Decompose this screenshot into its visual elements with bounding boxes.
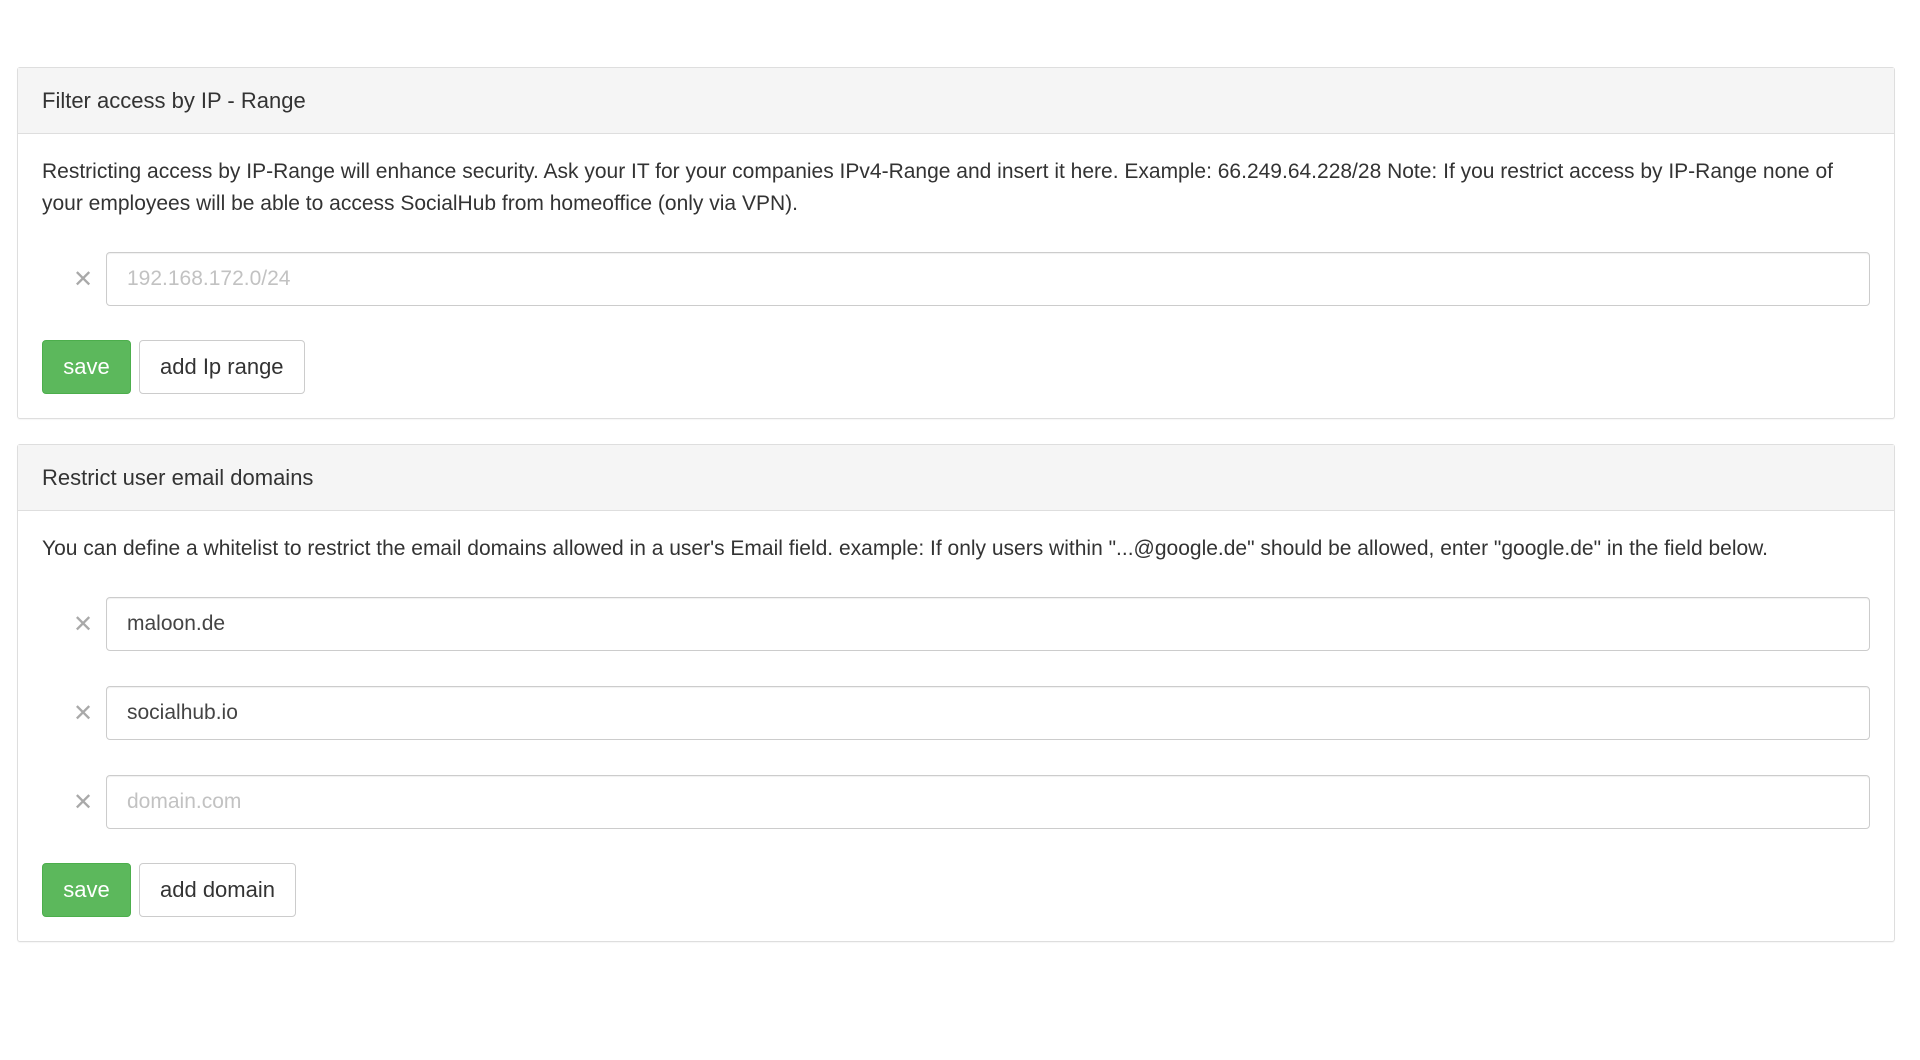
add-ip-range-button[interactable]: add Ip range bbox=[139, 340, 305, 394]
close-icon[interactable]: ✕ bbox=[42, 597, 106, 651]
email-domains-description: You can define a whitelist to restrict t… bbox=[42, 537, 1768, 560]
email-domains-panel: Restrict user email domains You can defi… bbox=[17, 444, 1895, 942]
email-domain-input[interactable] bbox=[106, 597, 1870, 651]
email-domain-row: ✕ bbox=[42, 597, 1870, 651]
email-domain-input[interactable] bbox=[106, 775, 1870, 829]
email-domain-input[interactable] bbox=[106, 686, 1870, 740]
page-content: Filter access by IP - Range Restricting … bbox=[17, 67, 1895, 967]
ip-range-actions: save add Ip range bbox=[42, 340, 1870, 394]
email-domains-save-button[interactable]: save bbox=[42, 863, 131, 917]
email-domain-row: ✕ bbox=[42, 686, 1870, 740]
ip-range-description: Restricting access by IP-Range will enha… bbox=[42, 160, 1833, 215]
email-domain-row: ✕ bbox=[42, 775, 1870, 829]
ip-range-input[interactable] bbox=[106, 252, 1870, 306]
ip-range-row: ✕ bbox=[42, 252, 1870, 306]
ip-range-panel: Filter access by IP - Range Restricting … bbox=[17, 67, 1895, 419]
add-domain-button[interactable]: add domain bbox=[139, 863, 296, 917]
email-domains-panel-title: Restrict user email domains bbox=[18, 445, 1894, 511]
ip-range-panel-title: Filter access by IP - Range bbox=[18, 68, 1894, 134]
email-domains-panel-body: You can define a whitelist to restrict t… bbox=[18, 511, 1894, 941]
close-icon[interactable]: ✕ bbox=[42, 775, 106, 829]
ip-range-save-button[interactable]: save bbox=[42, 340, 131, 394]
ip-range-panel-body: Restricting access by IP-Range will enha… bbox=[18, 134, 1894, 418]
close-icon[interactable]: ✕ bbox=[42, 252, 106, 306]
email-domains-actions: save add domain bbox=[42, 863, 1870, 917]
close-icon[interactable]: ✕ bbox=[42, 686, 106, 740]
